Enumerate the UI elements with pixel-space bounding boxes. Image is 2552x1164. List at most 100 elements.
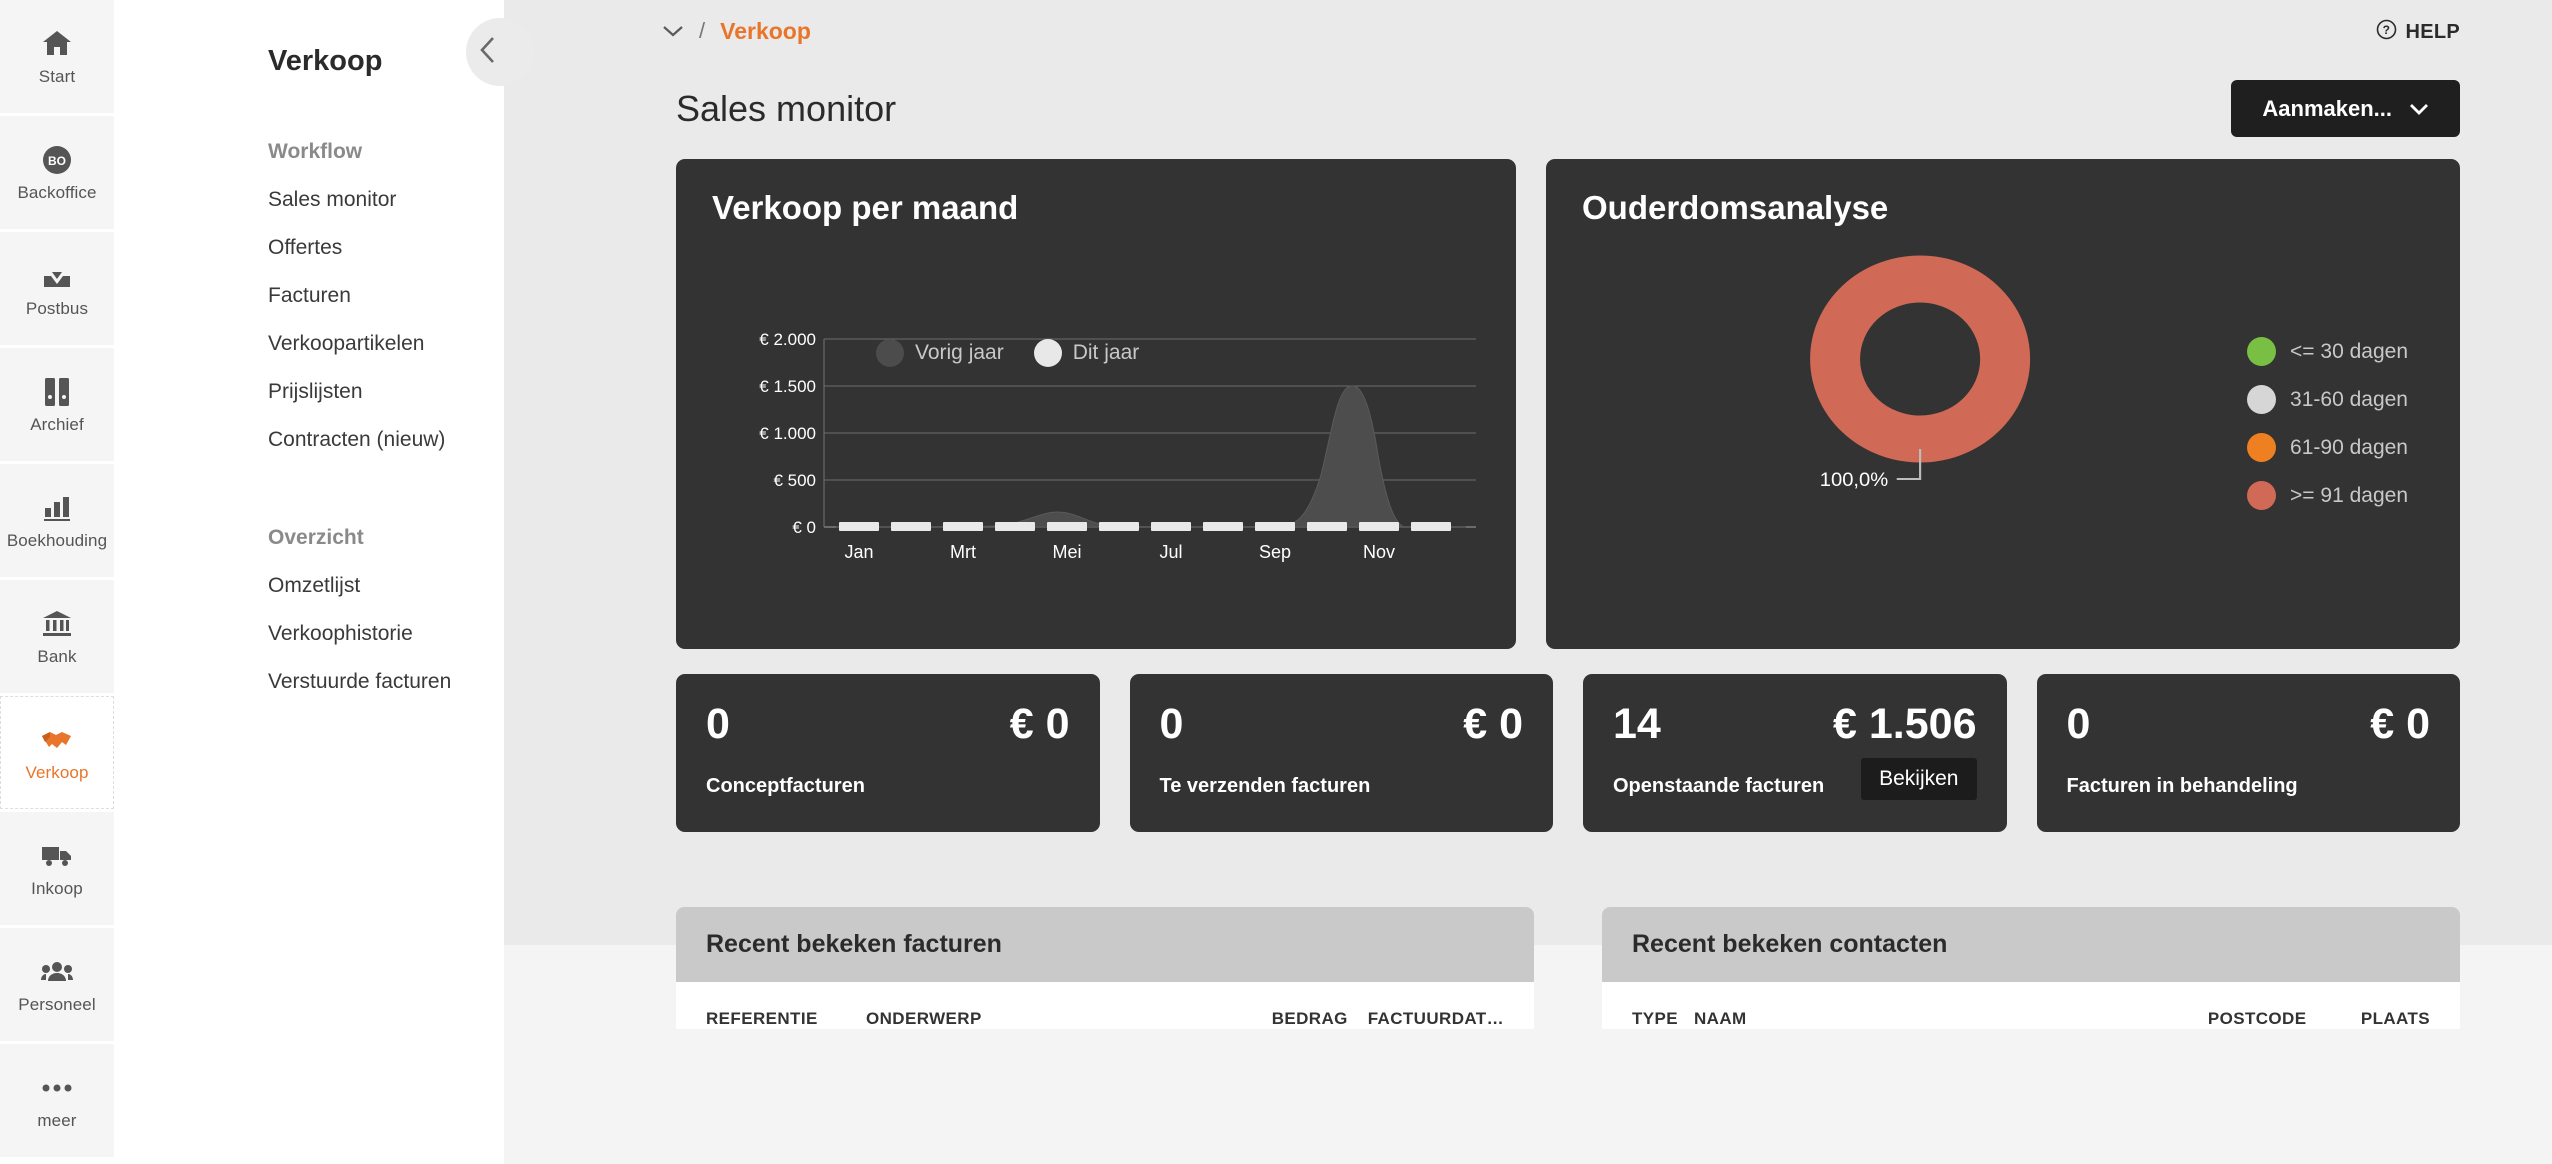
kpi-card-te-verzenden-facturen[interactable]: 0 € 0 Te verzenden facturen: [1129, 674, 1553, 832]
chevron-down-icon[interactable]: [662, 24, 684, 38]
rail-label: Inkoop: [31, 878, 83, 898]
legend-item-lte-30-dagen[interactable]: <= 30 dagen: [2247, 337, 2408, 366]
column-header-onderwerp[interactable]: ONDERWERP: [866, 1009, 1272, 1029]
nav-group-heading: Overzicht: [268, 526, 364, 549]
legend-item-31-60-dagen[interactable]: 31-60 dagen: [2247, 385, 2408, 414]
legend-swatch: [2247, 481, 2277, 510]
subnav-item-sales-monitor[interactable]: Sales monitor: [268, 176, 504, 224]
kpi-amount: € 0: [1463, 700, 1523, 748]
kpi-label: Facturen in behandeling: [2066, 775, 2298, 797]
legend-label: 61-90 dagen: [2290, 435, 2408, 459]
subnav-item-omzetlijst[interactable]: Omzetlijst: [268, 562, 504, 610]
panel-ouderdomsanalyse: Ouderdomsanalyse 100,0% <= 30 dagen 31-6…: [1546, 159, 2460, 649]
main-content: / Verkoop ? HELP Sales monitor Aanmaken.…: [504, 0, 2552, 1164]
column-header-factuurdatum[interactable]: FACTUURDAT…: [1368, 1009, 1504, 1029]
view-invoices-button[interactable]: Bekijken: [1861, 758, 1977, 800]
archive-binders-icon: [44, 377, 70, 407]
legend-label: >= 91 dagen: [2290, 483, 2408, 507]
subnav-item-verkoophistorie[interactable]: Verkoophistorie: [268, 610, 504, 658]
svg-text:€ 1.000: € 1.000: [759, 424, 816, 443]
kpi-label: Openstaande facturen: [1613, 775, 1825, 797]
legend-swatch: [2247, 433, 2277, 462]
help-label: HELP: [2405, 21, 2460, 43]
primary-nav-rail: Start BO Backoffice Postbus Archief Boek…: [0, 0, 114, 1164]
legend-swatch: [2247, 337, 2277, 366]
legend-label: Vorig jaar: [915, 341, 1004, 364]
collapse-sidebar-button[interactable]: [466, 18, 534, 86]
kpi-values: 0 € 0: [706, 700, 1070, 749]
bank-building-icon: [42, 609, 72, 639]
subnav-item-contracten-nieuw[interactable]: Contracten (nieuw): [268, 416, 504, 464]
legend-item-61-90-dagen[interactable]: 61-90 dagen: [2247, 433, 2408, 462]
kpi-amount: € 0: [2370, 700, 2430, 748]
people-group-icon: [41, 957, 73, 987]
svg-text:€ 2.000: € 2.000: [759, 330, 816, 349]
rail-item-personeel[interactable]: Personeel: [0, 928, 114, 1041]
column-header-referentie[interactable]: REFERENTIE: [706, 1009, 866, 1029]
kpi-amount: € 1.506: [1833, 700, 1977, 748]
sales-area-chart[interactable]: € 2.000 € 1.500 € 1.000 € 500 € 0 Jan Mr…: [676, 255, 1516, 585]
page-title: Sales monitor: [676, 87, 897, 129]
column-header-type[interactable]: TYPE: [1632, 1009, 1694, 1029]
rail-item-backoffice[interactable]: BO Backoffice: [0, 116, 114, 229]
rail-item-inkoop[interactable]: Inkoop: [0, 812, 114, 925]
legend-label: 31-60 dagen: [2290, 387, 2408, 411]
kpi-count: 0: [2066, 700, 2091, 748]
backoffice-bo-icon: BO: [42, 145, 72, 175]
rail-label: Boekhouding: [6, 530, 108, 550]
rail-item-verkoop[interactable]: Verkoop: [0, 696, 114, 809]
recent-tables: Recent bekeken facturen REFERENTIE ONDER…: [504, 832, 2552, 1029]
svg-text:€ 500: € 500: [773, 471, 816, 490]
legend-swatch: [2247, 385, 2277, 414]
svg-text:?: ?: [2383, 23, 2391, 37]
kpi-card-conceptfacturen[interactable]: 0 € 0 Conceptfacturen: [676, 674, 1100, 832]
breadcrumb-current[interactable]: Verkoop: [720, 18, 811, 45]
subnav-item-prijslijsten[interactable]: Prijslijsten: [268, 368, 504, 416]
kpi-count: 14: [1613, 700, 1661, 748]
legend-item-vorig-jaar[interactable]: Vorig jaar: [876, 339, 1004, 367]
legend-item-gte-91-dagen[interactable]: >= 91 dagen: [2247, 481, 2408, 510]
column-header-postcode[interactable]: POSTCODE: [2208, 1009, 2361, 1029]
rail-label: Personeel: [18, 994, 96, 1014]
nav-group-overzicht: Overzicht Omzetlijst Verkoophistorie Ver…: [114, 526, 504, 706]
kpi-amount: € 0: [1009, 700, 1070, 748]
rail-item-meer[interactable]: meer: [0, 1044, 114, 1157]
subnav-item-offertes[interactable]: Offertes: [268, 224, 504, 272]
kpi-label: Te verzenden facturen: [1159, 775, 1371, 797]
dashboard-panels: Verkoop per maand Vorig jaar Dit jaar € …: [504, 137, 2552, 649]
column-header-bedrag[interactable]: BEDRAG: [1272, 1009, 1368, 1029]
breadcrumb: / Verkoop: [662, 18, 811, 45]
rail-item-boekhouding[interactable]: Boekhouding: [0, 464, 114, 577]
svg-text:BO: BO: [48, 154, 66, 168]
handshake-icon: [41, 725, 73, 755]
rail-item-postbus[interactable]: Postbus: [0, 232, 114, 345]
rail-item-bank[interactable]: Bank: [0, 580, 114, 693]
subnav-item-facturen[interactable]: Facturen: [268, 272, 504, 320]
inbox-download-icon: [42, 261, 72, 291]
kpi-card-openstaande-facturen[interactable]: 14 € 1.506 Openstaande facturen Bekijken: [1583, 674, 2007, 832]
kpi-values: 0 € 0: [1160, 700, 1524, 749]
table-title: Recent bekeken facturen: [676, 907, 1534, 982]
rail-label: meer: [37, 1110, 77, 1130]
page-header: Sales monitor Aanmaken...: [504, 80, 2552, 137]
svg-text:Mrt: Mrt: [950, 542, 976, 562]
rail-item-archief[interactable]: Archief: [0, 348, 114, 461]
question-circle-icon: ?: [2376, 19, 2397, 46]
kpi-card-facturen-in-behandeling[interactable]: 0 € 0 Facturen in behandeling: [2036, 674, 2460, 832]
legend-swatch: [1033, 339, 1062, 367]
subnav-item-verkoopartikelen[interactable]: Verkoopartikelen: [268, 320, 504, 368]
app-root: Start BO Backoffice Postbus Archief Boek…: [0, 0, 2552, 1164]
rail-label: Verkoop: [25, 762, 89, 782]
column-header-naam[interactable]: NAAM: [1694, 1009, 2208, 1029]
table-column-headers: TYPE NAAM POSTCODE PLAATS: [1602, 982, 2460, 1029]
kpi-count: 0: [1159, 700, 1184, 748]
help-button[interactable]: ? HELP: [2376, 19, 2460, 46]
legend-swatch: [876, 339, 904, 367]
create-button[interactable]: Aanmaken...: [2231, 80, 2460, 137]
legend-item-dit-jaar[interactable]: Dit jaar: [1033, 339, 1139, 367]
svg-text:Mei: Mei: [1052, 542, 1081, 562]
subnav-item-verstuurde-facturen[interactable]: Verstuurde facturen: [268, 658, 504, 706]
chart-legend: Vorig jaar Dit jaar: [876, 339, 1139, 367]
rail-item-start[interactable]: Start: [0, 0, 114, 113]
column-header-plaats[interactable]: PLAATS: [2361, 1009, 2430, 1029]
